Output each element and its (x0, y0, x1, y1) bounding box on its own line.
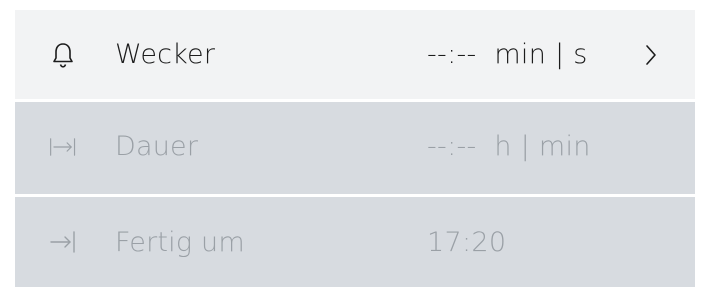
duration-icon (49, 133, 77, 161)
finish-time-label: Fertig um (115, 226, 245, 258)
duration-row: Dauer --:-- h | min (15, 102, 695, 191)
chevron-right-icon (643, 43, 659, 67)
alarm-row[interactable]: Wecker --:-- min | s (15, 10, 695, 99)
finish-time-icon (49, 228, 77, 256)
duration-label: Dauer (115, 131, 199, 162)
duration-value: --:-- h | min (427, 131, 591, 162)
bell-icon (49, 41, 77, 69)
finish-time-value: 17:20 (427, 226, 507, 258)
alarm-label: Wecker (115, 39, 216, 70)
alarm-value: --:-- min | s (427, 39, 588, 70)
timer-settings-panel: Wecker --:-- min | s Dauer --:-- h | min (15, 10, 695, 287)
finish-time-row: Fertig um 17:20 (15, 197, 695, 287)
